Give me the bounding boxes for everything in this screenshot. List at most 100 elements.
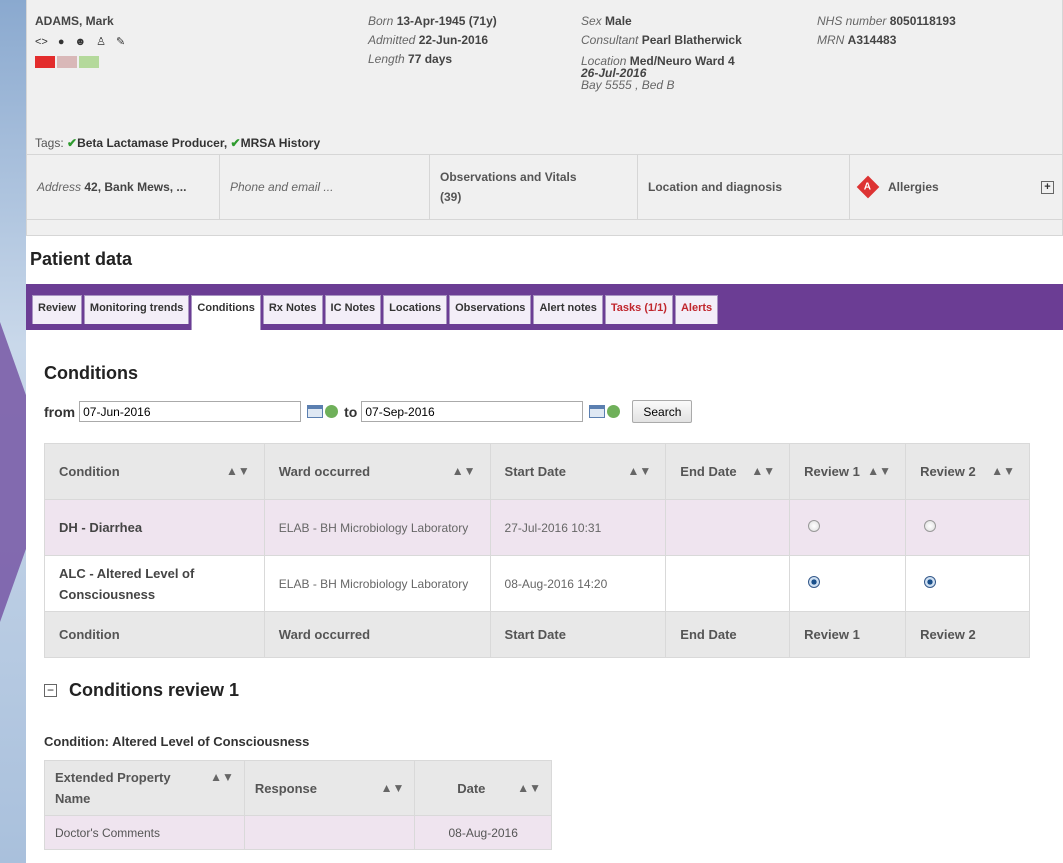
sort-icon[interactable]: ▲▼ [226, 464, 250, 478]
review-1-radio[interactable] [808, 520, 821, 532]
consultant-label: Consultant [581, 33, 639, 47]
status-block-red [35, 56, 55, 68]
table-row[interactable]: DH - Diarrhea ELAB - BH Microbiology Lab… [44, 499, 1030, 556]
review-1-cell [789, 499, 907, 556]
check-icon: ✔ [67, 136, 78, 150]
bed-value: B [666, 78, 675, 92]
table-row[interactable]: ALC - Altered Level of Consciousness ELA… [44, 555, 1030, 612]
column-header-review-2[interactable]: Review 2 ▲▼ [905, 443, 1030, 500]
start-date-cell: 08-Aug-2016 14:20 [489, 555, 667, 612]
patient-name: ADAMS, Mark [35, 14, 114, 28]
conditions-review-heading[interactable]: − Conditions review 1 [44, 680, 239, 701]
bay-value: 5555 [605, 78, 632, 92]
banner-col-identity: ADAMS, Mark <> ● ☻ ♙ ✎ [35, 12, 125, 68]
review-2-radio[interactable] [924, 520, 937, 532]
table-row[interactable]: Doctor's Comments 08-Aug-2016 [44, 815, 552, 850]
condition-cell: ALC - Altered Level of Consciousness [44, 555, 265, 612]
location-diagnosis-cell[interactable]: Location and diagnosis [638, 155, 850, 219]
observations-vitals-cell[interactable]: Observations and Vitals (39) [430, 155, 638, 219]
tag-item[interactable]: Beta Lactamase Producer, [77, 136, 227, 150]
pen-icon[interactable]: ✎ [116, 33, 125, 52]
refresh-icon[interactable] [607, 405, 621, 418]
start-date-cell: 27-Jul-2016 10:31 [489, 499, 667, 556]
nhs-label: NHS number [817, 14, 887, 28]
allergies-label: Allergies [888, 180, 939, 194]
phone-email-label: Phone and email ... [230, 180, 334, 194]
review-condition-line: Condition: Altered Level of Consciousnes… [44, 734, 310, 749]
tab-tasks[interactable]: Tasks (1/1) [604, 295, 673, 324]
patient-record-page: ADAMS, Mark <> ● ☻ ♙ ✎ Born 13-Apr-1945 … [26, 0, 1063, 863]
refresh-icon[interactable] [325, 405, 339, 418]
group-icon[interactable]: ♙ [96, 33, 106, 52]
conditions-review-title: Conditions review 1 [69, 680, 240, 700]
tab-alerts[interactable]: Alerts [674, 295, 719, 324]
banner-col-dates: Born 13-Apr-1945 (71y) Admitted 22-Jun-2… [368, 12, 497, 69]
search-button[interactable]: Search [632, 400, 693, 423]
person-icon[interactable]: ☻ [75, 33, 87, 52]
code-icon[interactable]: <> [35, 33, 48, 52]
consultant-value: Pearl Blatherwick [641, 33, 742, 47]
column-header-review-1[interactable]: Review 1 ▲▼ [789, 443, 907, 500]
table-footer-row: Condition Ward occurred Start Date End D… [44, 611, 1030, 658]
review-2-cell [905, 555, 1030, 612]
banner-col-care: Sex Male Consultant Pearl Blatherwick Lo… [581, 14, 742, 92]
sort-icon[interactable]: ▲▼ [517, 781, 541, 795]
ward-cell: ELAB - BH Microbiology Laboratory [263, 555, 491, 612]
tag-item[interactable]: MRSA History [241, 136, 321, 150]
sort-icon[interactable]: ▲▼ [381, 781, 405, 795]
column-header-property-name[interactable]: ▲▼ Extended Property Name [44, 760, 245, 816]
tab-review[interactable]: Review [32, 295, 82, 324]
condition-cell: DH - Diarrhea [44, 499, 265, 556]
allergy-warning-icon: A [856, 175, 880, 199]
phone-email-cell[interactable]: Phone and email ... [220, 155, 430, 219]
page-title: Patient data [30, 249, 133, 269]
sort-icon[interactable]: ▲▼ [751, 464, 775, 478]
sort-icon[interactable]: ▲▼ [628, 464, 652, 478]
collapse-minus-icon[interactable]: − [44, 684, 57, 697]
column-header-start-date[interactable]: Start Date ▲▼ [489, 443, 667, 500]
column-header-end-date[interactable]: End Date ▲▼ [665, 443, 791, 500]
footer-ward: Ward occurred [263, 611, 491, 658]
review-2-radio[interactable] [924, 576, 937, 588]
ward-cell: ELAB - BH Microbiology Laboratory [263, 499, 491, 556]
tab-ic-notes[interactable]: IC Notes [324, 295, 382, 324]
sort-icon[interactable]: ▲▼ [452, 464, 476, 478]
footer-condition: Condition [44, 611, 265, 658]
end-date-cell [665, 499, 791, 556]
calendar-icon[interactable] [589, 405, 606, 418]
allergies-cell[interactable]: A Allergies + [850, 155, 1063, 219]
sort-icon[interactable]: ▲▼ [210, 767, 234, 788]
column-header-date[interactable]: Date ▲▼ [414, 760, 552, 816]
expand-plus-icon[interactable]: + [1041, 180, 1054, 194]
column-header-response[interactable]: Response ▲▼ [243, 760, 416, 816]
sex-label: Sex [581, 14, 602, 28]
address-cell[interactable]: Address 42, Bank Mews, ... [27, 155, 220, 219]
tab-locations[interactable]: Locations [383, 295, 448, 324]
tab-conditions[interactable]: Conditions [191, 295, 261, 330]
column-header-condition[interactable]: Condition ▲▼ [44, 443, 265, 500]
nhs-value: 8050118193 [889, 14, 956, 28]
tab-alert-notes[interactable]: Alert notes [533, 295, 603, 324]
observations-vitals-label: Observations and Vitals (39) [440, 170, 577, 204]
tags-label: Tags: [35, 136, 64, 150]
review-1-radio[interactable] [808, 576, 821, 588]
sort-icon[interactable]: ▲▼ [991, 464, 1015, 478]
to-date-input[interactable] [361, 401, 584, 422]
location-diagnosis-label: Location and diagnosis [648, 180, 783, 194]
review-2-cell [905, 499, 1030, 556]
from-date-input[interactable] [79, 401, 302, 422]
property-name-cell: Doctor's Comments [44, 815, 245, 850]
calendar-icon[interactable] [307, 405, 324, 418]
tab-monitoring-trends[interactable]: Monitoring trends [83, 295, 190, 324]
tab-rx-notes[interactable]: Rx Notes [262, 295, 323, 324]
tab-observations[interactable]: Observations [449, 295, 532, 324]
sort-icon[interactable]: ▲▼ [867, 464, 891, 478]
column-header-ward[interactable]: Ward occurred ▲▼ [263, 443, 491, 500]
from-label: from [44, 403, 76, 420]
mrn-label: MRN [817, 33, 845, 47]
status-blocks [35, 56, 125, 68]
address-label: Address [37, 180, 82, 194]
clock-icon[interactable]: ● [58, 33, 65, 52]
patient-banner: ADAMS, Mark <> ● ☻ ♙ ✎ Born 13-Apr-1945 … [26, 0, 1063, 236]
admitted-label: Admitted [368, 33, 416, 47]
